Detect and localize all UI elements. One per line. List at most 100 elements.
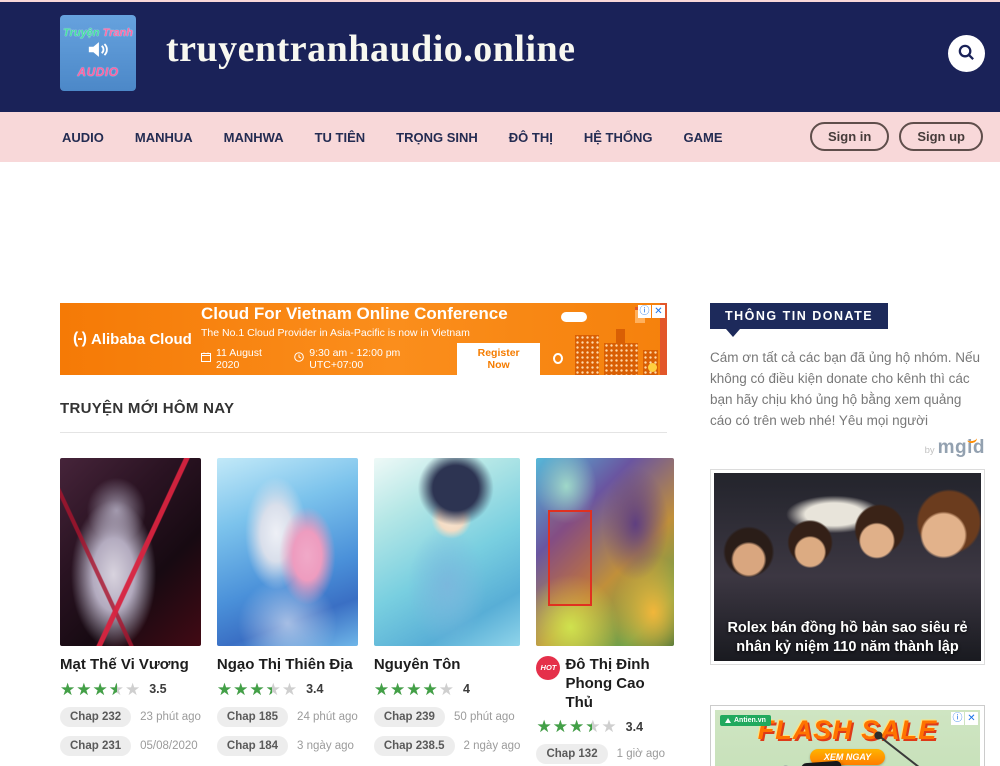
native-ad[interactable]: Rolex bán đồng hồ bản sao siêu rẻ nhân k… [710, 469, 985, 665]
nav-item-trong-sinh[interactable]: TRỌNG SINH [396, 130, 478, 145]
sign-up-button[interactable]: Sign up [899, 122, 983, 151]
donate-title-ribbon: THÔNG TIN DONATE [710, 303, 888, 329]
nav-item-audio[interactable]: AUDIO [62, 130, 104, 145]
chapter-time: 24 phút ago [297, 711, 358, 723]
register-now-button[interactable]: Register Now [457, 343, 540, 375]
nav-item-tu-tien[interactable]: TU TIÊN [315, 130, 366, 145]
advertiser-name: Antien.vn [734, 717, 766, 724]
chapter-row: Chap 184 3 ngày ago [217, 736, 358, 756]
ad-corner-controls: ⓘ ✕ [638, 305, 665, 318]
chapter-row: Chap 239 50 phút ago [374, 707, 521, 727]
chapter-time: 05/08/2020 [140, 740, 198, 752]
logo-word-2: Tranh [103, 27, 133, 39]
comic-title-text: Ngạo Thị Thiên Địa [217, 656, 353, 675]
chapter-badge[interactable]: Chap 231 [60, 736, 131, 756]
comic-title[interactable]: HOT Đô Thị Đỉnh Phong Cao Thủ [536, 656, 674, 712]
nav-item-do-thi[interactable]: ĐÔ THỊ [509, 130, 553, 145]
banner-content: Cloud For Vietnam Online Conference The … [201, 304, 563, 375]
site-title[interactable]: truyentranhaudio.online [166, 27, 576, 71]
chapter-badge[interactable]: Chap 239 [374, 707, 445, 727]
comic-cover[interactable] [536, 458, 674, 646]
banner-title: Cloud For Vietnam Online Conference [201, 304, 563, 324]
main-nav: AUDIO MANHUA MANHWA TU TIÊN TRỌNG SINH Đ… [0, 112, 1000, 162]
chapter-badge[interactable]: Chap 232 [60, 707, 131, 727]
comic-title-text: Mạt Thế Vi Vương [60, 656, 189, 675]
chapter-time: 50 phút ago [454, 711, 515, 723]
rating-value: 4 [463, 682, 470, 696]
logo-script-text: Truyện Tranh [63, 27, 133, 39]
search-button[interactable] [948, 35, 985, 72]
advertiser-logo-icon [725, 718, 731, 723]
ad-corner-controls: ⓘ ✕ [951, 712, 978, 725]
building-shape [604, 343, 638, 375]
chapter-row: Chap 238.5 2 ngày ago [374, 736, 521, 756]
star-rating: ★★★★★ ★★★★★ [536, 718, 617, 735]
donate-text: Cám ơn tất cả các bạn đã ủng hộ nhóm. Nế… [710, 348, 985, 432]
chapter-row: Chap 232 23 phút ago [60, 707, 201, 727]
native-ad-caption: Rolex bán đồng hồ bản sao siêu rẻ nhân k… [720, 619, 975, 655]
nav-item-manhwa[interactable]: MANHWA [224, 130, 284, 145]
cloud-shape [561, 312, 587, 322]
location-pin-icon [553, 353, 563, 364]
page: Truyện Tranh AUDIO truyentranhaudio.onli… [0, 0, 1000, 766]
banner-schedule: 11 August 2020 9:30 am - 12:00 pm UTC+07… [201, 343, 563, 375]
sidebar: THÔNG TIN DONATE Cám ơn tất cả các bạn đ… [710, 303, 985, 665]
flash-sale-ad[interactable]: Antien.vn ⓘ ✕ FLASH SALE XEM NGAY [710, 705, 985, 766]
ad-close-icon[interactable]: ✕ [965, 712, 978, 725]
rating-value: 3.4 [626, 720, 643, 734]
chapter-badge[interactable]: Chap 238.5 [374, 736, 455, 756]
banner-ad[interactable]: (-) Alibaba Cloud Cloud For Vietnam Onli… [60, 303, 667, 375]
banner-date: 11 August 2020 [216, 347, 279, 371]
ad-close-icon[interactable]: ✕ [652, 305, 665, 318]
alibaba-cloud-icon: (-) [73, 330, 86, 348]
logo-audio-label: AUDIO [77, 65, 118, 79]
star-icons-filled: ★★★★★ [60, 681, 117, 698]
sign-in-button[interactable]: Sign in [810, 122, 889, 151]
banner-time: 9:30 am - 12:00 pm UTC+07:00 [309, 347, 438, 371]
mgid-by-label: by [925, 445, 935, 456]
comic-card: HOT Đô Thị Đỉnh Phong Cao Thủ ★★★★★ ★★★★… [536, 458, 674, 766]
comic-card: Mạt Thế Vi Vương ★★★★★ ★★★★★ 3.5 Chap 23… [60, 458, 201, 766]
star-icons-filled: ★★★★★ [217, 681, 272, 698]
chapter-row: Chap 185 24 phút ago [217, 707, 358, 727]
ad-info-icon[interactable]: ⓘ [638, 305, 651, 318]
logo-word-1: Truyện [63, 27, 99, 39]
native-ad-photo: Rolex bán đồng hồ bản sao siêu rẻ nhân k… [714, 473, 981, 661]
nav-item-he-thong[interactable]: HỆ THỐNG [584, 130, 653, 145]
chapter-row: Chap 132 1 giờ ago [536, 744, 674, 764]
comic-title-text: Nguyên Tôn [374, 656, 461, 675]
nav-items: AUDIO MANHUA MANHWA TU TIÊN TRỌNG SINH Đ… [62, 112, 722, 162]
rating-row: ★★★★★ ★★★★★ 3.4 [536, 718, 674, 735]
chapter-badge[interactable]: Chap 185 [217, 707, 288, 727]
comic-card: Ngạo Thị Thiên Địa ★★★★★ ★★★★★ 3.4 Chap … [217, 458, 358, 766]
comic-cover[interactable] [374, 458, 521, 646]
comic-title[interactable]: Ngạo Thị Thiên Địa [217, 656, 358, 675]
chapter-time: 23 phút ago [140, 711, 201, 723]
clock-icon [294, 352, 304, 365]
nav-item-manhua[interactable]: MANHUA [135, 130, 193, 145]
site-logo[interactable]: Truyện Tranh AUDIO [60, 15, 136, 91]
hot-badge: HOT [536, 656, 560, 680]
advertiser-badge[interactable]: Antien.vn [720, 715, 771, 726]
rating-value: 3.5 [149, 682, 166, 696]
star-rating: ★★★★★ ★★★★★ [60, 681, 141, 698]
chapter-row: Chap 231 05/08/2020 [60, 736, 201, 756]
comic-cover[interactable] [217, 458, 358, 646]
banner-brand: (-) Alibaba Cloud [73, 330, 201, 348]
comic-title[interactable]: Mạt Thế Vi Vương [60, 656, 201, 675]
ad-info-icon[interactable]: ⓘ [951, 712, 964, 725]
chapter-badge[interactable]: Chap 184 [217, 736, 288, 756]
calendar-icon [201, 352, 211, 365]
rating-row: ★★★★★ ★★★★★ 3.5 [60, 681, 201, 698]
comic-title[interactable]: Nguyên Tôn [374, 656, 521, 675]
banner-brand-name: Alibaba Cloud [91, 331, 192, 348]
chapter-time: 1 giờ ago [617, 748, 665, 760]
chapter-badge[interactable]: Chap 132 [536, 744, 607, 764]
mgid-logo[interactable]: bymgid [710, 437, 985, 459]
comic-title-text: Đô Thị Đỉnh Phong Cao Thủ [565, 656, 674, 712]
nav-item-game[interactable]: GAME [683, 130, 722, 145]
building-shape [575, 335, 599, 375]
star-icons-filled: ★★★★★ [536, 718, 591, 735]
rating-row: ★★★★★ ★★★★★ 4 [374, 681, 521, 698]
comic-cover[interactable] [60, 458, 201, 646]
